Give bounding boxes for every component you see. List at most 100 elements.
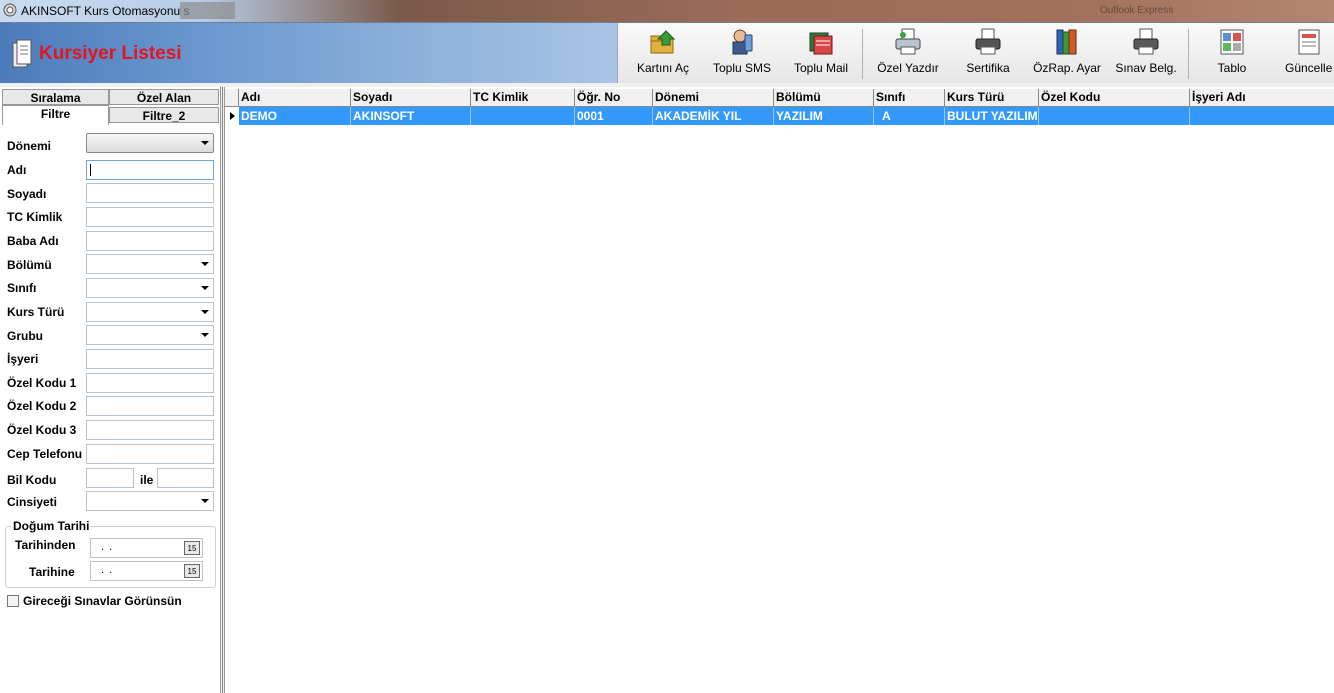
sinifi-select[interactable] (86, 278, 214, 298)
column-header-bolumu[interactable]: Bölümü (774, 89, 874, 106)
bulk-sms-label: Toplu SMS (712, 61, 772, 75)
open-card-button[interactable]: Kartını Aç (632, 27, 694, 79)
sms-phone-icon (732, 29, 753, 55)
column-header-tc-kimlik[interactable]: TC Kimlik (471, 89, 575, 106)
toolbar-separator (1188, 29, 1189, 79)
cinsiyeti-select[interactable] (86, 491, 214, 511)
report-books-icon (1056, 29, 1077, 55)
chevron-down-icon (201, 141, 209, 145)
bolumu-select[interactable] (86, 254, 214, 274)
cell-soyadi[interactable]: AKINSOFT (351, 107, 471, 125)
cell-adi[interactable]: DEMO (239, 107, 351, 125)
cep-telefonu-input[interactable] (86, 444, 214, 464)
column-header-isyeri-adi[interactable]: İşyeri Adı (1190, 89, 1334, 106)
exam-document-button[interactable]: Sınav Belg. (1112, 27, 1180, 79)
chevron-down-icon (201, 499, 209, 503)
column-header-ozel-kodu[interactable]: Özel Kodu (1039, 89, 1190, 106)
ozel-kodu-1-label: Özel Kodu 1 (7, 376, 77, 390)
calendar-icon[interactable]: 15 (184, 541, 200, 555)
column-header-adi[interactable]: Adı (239, 89, 351, 106)
column-header-ogr-no[interactable]: Öğr. No (575, 89, 653, 106)
ile-label: ile (140, 473, 154, 487)
row-indicator-icon (225, 107, 239, 125)
adi-label: Adı (7, 163, 27, 177)
show-exams-label: Gireceği Sınavlar Görünsün (23, 594, 182, 608)
app-icon (3, 3, 17, 17)
cell-isyeri-adi[interactable] (1190, 107, 1334, 125)
birth-date-group: Doğum Tarihi Tarihinden . . 15 Tarihine … (5, 519, 216, 588)
cell-donemi[interactable]: AKADEMİK YIL (653, 107, 774, 125)
refresh-label: Güncelle (1285, 61, 1333, 75)
bulk-mail-label: Toplu Mail (793, 61, 849, 75)
birth-date-to-input[interactable]: . . 15 (90, 561, 203, 581)
tc-kimlik-input[interactable] (86, 207, 214, 227)
baba-adi-label: Baba Adı (7, 234, 59, 248)
birth-date-from-input[interactable]: . . 15 (90, 538, 203, 558)
soyadi-input[interactable] (86, 183, 214, 203)
table-button[interactable]: Tablo (1202, 27, 1262, 79)
exam-document-label: Sınav Belg. (1115, 61, 1177, 75)
refresh-button[interactable]: Güncelle (1274, 27, 1334, 79)
tarihinden-label: Tarihinden (15, 538, 76, 552)
special-print-button[interactable]: Özel Yazdır (873, 27, 943, 79)
isyeri-input[interactable] (86, 349, 214, 369)
ozel-kodu-3-input[interactable] (86, 420, 214, 440)
cell-tc-kimlik[interactable] (471, 107, 575, 125)
window-title: AKINSOFT Kurs Otomasyonu s (21, 4, 190, 18)
kurs-turu-label: Kurs Türü (7, 305, 65, 319)
tab-filtre[interactable]: Filtre (2, 105, 109, 125)
bulk-mail-button[interactable]: Toplu Mail (788, 27, 854, 79)
cell-ogr-no[interactable]: 0001 (575, 107, 653, 125)
tarihine-label: Tarihine (29, 565, 75, 579)
special-print-icon (895, 28, 921, 55)
kurs-turu-select[interactable] (86, 302, 214, 322)
tab-siralama[interactable]: Sıralama (2, 89, 109, 105)
panel-splitter[interactable] (222, 87, 223, 693)
show-exams-checkbox[interactable] (7, 595, 19, 607)
table-label: Tablo (1217, 61, 1247, 75)
date-placeholder: . . (101, 564, 114, 576)
table-row[interactable]: DEMO AKINSOFT 0001 AKADEMİK YIL YAZILIM … (225, 107, 1334, 125)
column-header-kurs-turu[interactable]: Kurs Türü (945, 89, 1039, 106)
bolumu-label: Bölümü (7, 258, 52, 272)
column-header-donemi[interactable]: Dönemi (653, 89, 774, 106)
chevron-down-icon (201, 286, 209, 290)
soyadi-label: Soyadı (7, 187, 47, 201)
tab-ozel-alan[interactable]: Özel Alan (109, 89, 219, 105)
chevron-down-icon (201, 310, 209, 314)
sinifi-label: Sınıfı (7, 281, 37, 295)
adi-input[interactable] (86, 160, 214, 180)
report-settings-button[interactable]: ÖzRap. Ayar (1030, 27, 1104, 79)
donemi-select[interactable] (86, 133, 214, 153)
certificate-button[interactable]: Sertifika (958, 27, 1018, 79)
ozel-kodu-1-input[interactable] (86, 373, 214, 393)
cell-ozel-kodu[interactable] (1039, 107, 1190, 125)
header-indicator-cell (225, 89, 239, 106)
refresh-icon (1298, 29, 1320, 55)
column-header-sinifi[interactable]: Sınıfı (874, 89, 945, 106)
report-settings-label: ÖzRap. Ayar (1033, 61, 1101, 75)
cep-telefonu-label: Cep Telefonu (7, 447, 83, 461)
mail-icon (809, 32, 833, 55)
date-placeholder: . . (101, 541, 114, 553)
bil-kodu-from-input[interactable] (86, 468, 134, 488)
column-header-soyadi[interactable]: Soyadı (351, 89, 471, 106)
list-icon (12, 39, 32, 68)
cell-bolumu[interactable]: YAZILIM (774, 107, 874, 125)
bil-kodu-to-input[interactable] (157, 468, 214, 488)
ozel-kodu-2-input[interactable] (86, 396, 214, 416)
cell-sinifi[interactable]: A (874, 107, 945, 125)
table-icon (1220, 29, 1244, 55)
tab-filtre-2[interactable]: Filtre_2 (109, 107, 219, 123)
donemi-label: Dönemi (7, 139, 52, 153)
exam-doc-printer-icon (1133, 28, 1159, 55)
cell-kurs-turu[interactable]: BULUT YAZILIM (945, 107, 1039, 125)
baba-adi-input[interactable] (86, 231, 214, 251)
bulk-sms-button[interactable]: Toplu SMS (708, 27, 776, 79)
tc-kimlik-label: TC Kimlik (7, 210, 63, 224)
calendar-icon[interactable]: 15 (184, 564, 200, 578)
text-caret (90, 164, 91, 176)
special-print-label: Özel Yazdır (877, 61, 939, 75)
toolbar-separator (862, 29, 863, 79)
grubu-select[interactable] (86, 325, 214, 345)
